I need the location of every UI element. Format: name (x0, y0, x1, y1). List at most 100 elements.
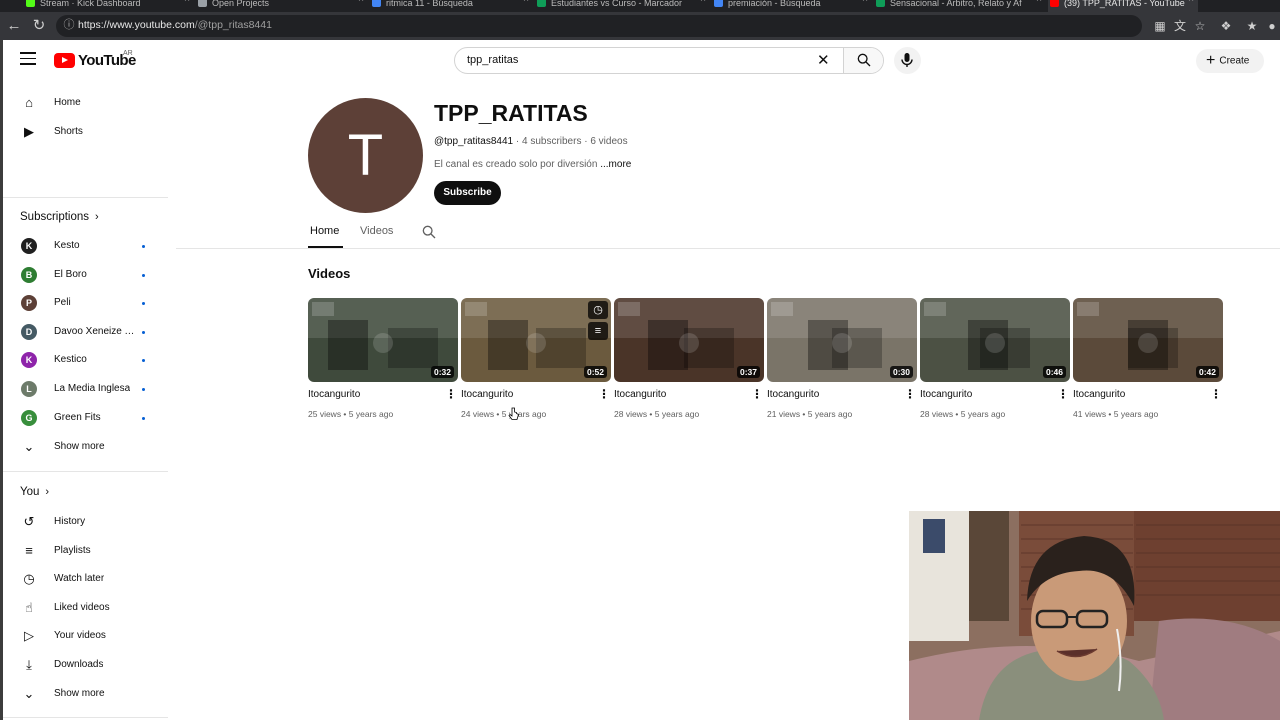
menu-icon[interactable] (20, 52, 36, 66)
tab-close-icon[interactable]: × (358, 0, 364, 5)
sidebar-item[interactable]: ≡ Playlists (3, 538, 163, 564)
browser-tab[interactable]: ritmica 11 - Búsqueda × (370, 0, 533, 12)
address-bar[interactable]: ⓘ https://www.youtube.com/@tpp_ritas8441 (56, 15, 1142, 37)
section-title[interactable]: Videos (308, 266, 350, 281)
add-to-queue-icon[interactable]: ≡ (588, 322, 608, 340)
browser-tab[interactable]: Open Projects × (196, 0, 368, 12)
video-menu-icon[interactable]: ⋮ (445, 387, 457, 401)
video-thumbnail[interactable]: 0:46 (920, 298, 1070, 382)
site-info-icon[interactable]: ⓘ (62, 18, 76, 32)
video-thumbnail[interactable]: 0:32 (308, 298, 458, 382)
you-heading[interactable]: You › (20, 486, 49, 498)
video-menu-icon[interactable]: ⋮ (1210, 387, 1222, 401)
sidebar-item[interactable]: ⤓ Downloads (3, 652, 163, 678)
video-title[interactable]: Itocangurito (920, 389, 972, 400)
back-icon[interactable]: ← (4, 16, 24, 36)
subscribe-button[interactable]: Subscribe (434, 181, 501, 205)
video-title[interactable]: Itocangurito (461, 389, 513, 400)
search-button[interactable] (843, 48, 883, 73)
sidebar-item[interactable]: ◷ Watch later (3, 566, 163, 592)
description-more-link[interactable]: ...more (597, 159, 631, 170)
video-thumbnail[interactable]: 0:30 (767, 298, 917, 382)
video-card[interactable]: 0:32 Itocangurito ⋮ 25 views • 5 years ago (308, 298, 458, 428)
tab-close-icon[interactable]: × (700, 0, 706, 5)
video-card[interactable]: 0:52 ◷ ≡ Itocangurito ⋮ 24 views • 5 years ag… (461, 298, 611, 428)
tab-close-icon[interactable]: × (1036, 0, 1042, 5)
new-content-dot (142, 273, 145, 277)
install-app-icon[interactable]: ▦ (1152, 18, 1168, 34)
sidebar-item[interactable]: G Green Fits (3, 405, 163, 431)
sidebar-item[interactable]: K Kesto (3, 233, 163, 259)
search-box[interactable]: tpp_ratitas ✕ (454, 47, 884, 74)
sidebar-item[interactable]: ▶ Shorts (3, 119, 163, 145)
translate-icon[interactable]: 文 (1172, 18, 1188, 34)
description-text: El canal es creado solo por diversión (434, 159, 598, 170)
sidebar-item[interactable]: P Peli (3, 290, 163, 316)
channel-description[interactable]: El canal es creado solo por diversión ..… (434, 159, 631, 170)
video-thumbnail[interactable]: 0:52 ◷ ≡ (461, 298, 611, 382)
tab-close-icon[interactable]: × (862, 0, 868, 5)
create-button[interactable]: + Create (1196, 49, 1264, 73)
sidebar-item[interactable]: ⌄ Show more (3, 434, 163, 460)
video-meta: 28 views • 5 years ago (614, 409, 700, 419)
reload-icon[interactable]: ↻ (29, 16, 49, 36)
watch-later-icon[interactable]: ◷ (588, 301, 608, 319)
sidebar-item[interactable]: ⌂ Home (3, 90, 163, 116)
sidebar-item[interactable]: ▷ Your videos (3, 623, 163, 649)
sidebar-item[interactable]: ⌄ Show more (3, 681, 163, 707)
video-meta: 25 views • 5 years ago (308, 409, 394, 419)
voice-search-button[interactable] (894, 47, 921, 74)
video-menu-icon[interactable]: ⋮ (751, 387, 763, 401)
channel-search-icon[interactable] (421, 224, 437, 240)
clear-search-icon[interactable]: ✕ (817, 51, 830, 69)
video-card[interactable]: 0:42 Itocangurito ⋮ 41 views • 5 years ago (1073, 298, 1223, 428)
sidebar-item-label: Watch later (54, 573, 105, 585)
video-menu-icon[interactable]: ⋮ (1057, 387, 1069, 401)
video-menu-icon[interactable]: ⋮ (598, 387, 610, 401)
channel-avatar-icon: L (21, 381, 37, 397)
tab-close-icon[interactable]: × (523, 0, 529, 5)
subscriptions-heading[interactable]: Subscriptions › (20, 211, 99, 223)
video-title[interactable]: Itocangurito (1073, 389, 1125, 400)
video-card[interactable]: 0:46 Itocangurito ⋮ 28 views • 5 years ago (920, 298, 1070, 428)
tab-close-icon[interactable]: × (184, 0, 190, 5)
tab-home[interactable]: Home (310, 225, 339, 237)
favorites-icon[interactable]: ★ (1244, 18, 1260, 34)
extensions-icon[interactable]: ❖ (1218, 18, 1234, 34)
video-title[interactable]: Itocangurito (614, 389, 666, 400)
browser-tab[interactable]: (39) TPP_RATITAS - YouTube× (1048, 0, 1198, 12)
video-menu-icon[interactable]: ⋮ (904, 387, 916, 401)
video-card[interactable]: 0:37 Itocangurito ⋮ 28 views • 5 years ago (614, 298, 764, 428)
tab-favicon-icon (372, 0, 381, 7)
subscriptions-heading-label: Subscriptions (20, 211, 90, 223)
sidebar-item-label: Show more (54, 441, 105, 452)
video-title[interactable]: Itocangurito (767, 389, 819, 400)
browser-tab[interactable]: Sensacional - Arbitro, Relato y Af × (874, 0, 1046, 12)
channel-avatar[interactable]: T (308, 98, 423, 213)
sidebar-item[interactable]: K Kestico (3, 347, 163, 373)
browser-tab-label: ritmica 11 - Búsqueda (386, 0, 473, 8)
video-thumbnail[interactable]: 0:37 (614, 298, 764, 382)
tab-close-icon[interactable]: × (1188, 0, 1194, 5)
bookmark-star-icon[interactable]: ☆ (1192, 18, 1208, 34)
video-title[interactable]: Itocangurito (308, 389, 360, 400)
sidebar-item-label: Kesto (54, 240, 80, 251)
browser-tab[interactable]: Stream · Kick Dashboard × (24, 0, 194, 12)
video-duration: 0:46 (1042, 366, 1066, 378)
tab-videos[interactable]: Videos (360, 225, 393, 237)
search-input[interactable]: tpp_ratitas (467, 54, 518, 66)
video-meta: 28 views • 5 years ago (920, 409, 1006, 419)
video-card[interactable]: 0:30 Itocangurito ⋮ 21 views • 5 years ago (767, 298, 917, 428)
sidebar-item[interactable]: D Davoo Xeneize TV (3, 319, 163, 345)
video-thumbnail[interactable]: 0:42 (1073, 298, 1223, 382)
profile-icon[interactable]: ● (1264, 18, 1280, 34)
browser-tab[interactable]: premiación - Búsqueda × (712, 0, 872, 12)
thumbnail-hover-actions: ◷ ≡ (588, 301, 608, 343)
sidebar-item[interactable]: ☝ Liked videos (3, 595, 163, 621)
sidebar-item[interactable]: L La Media Inglesa (3, 376, 163, 402)
channel-avatar-icon: K (21, 352, 37, 369)
more-options-icon[interactable]: ⋮ (1275, 54, 1280, 68)
sidebar-item[interactable]: ↺ History (3, 509, 163, 535)
browser-tab[interactable]: Estudiantes vs Curso - Marcador × (535, 0, 710, 12)
sidebar-item[interactable]: B El Boro (3, 262, 163, 288)
